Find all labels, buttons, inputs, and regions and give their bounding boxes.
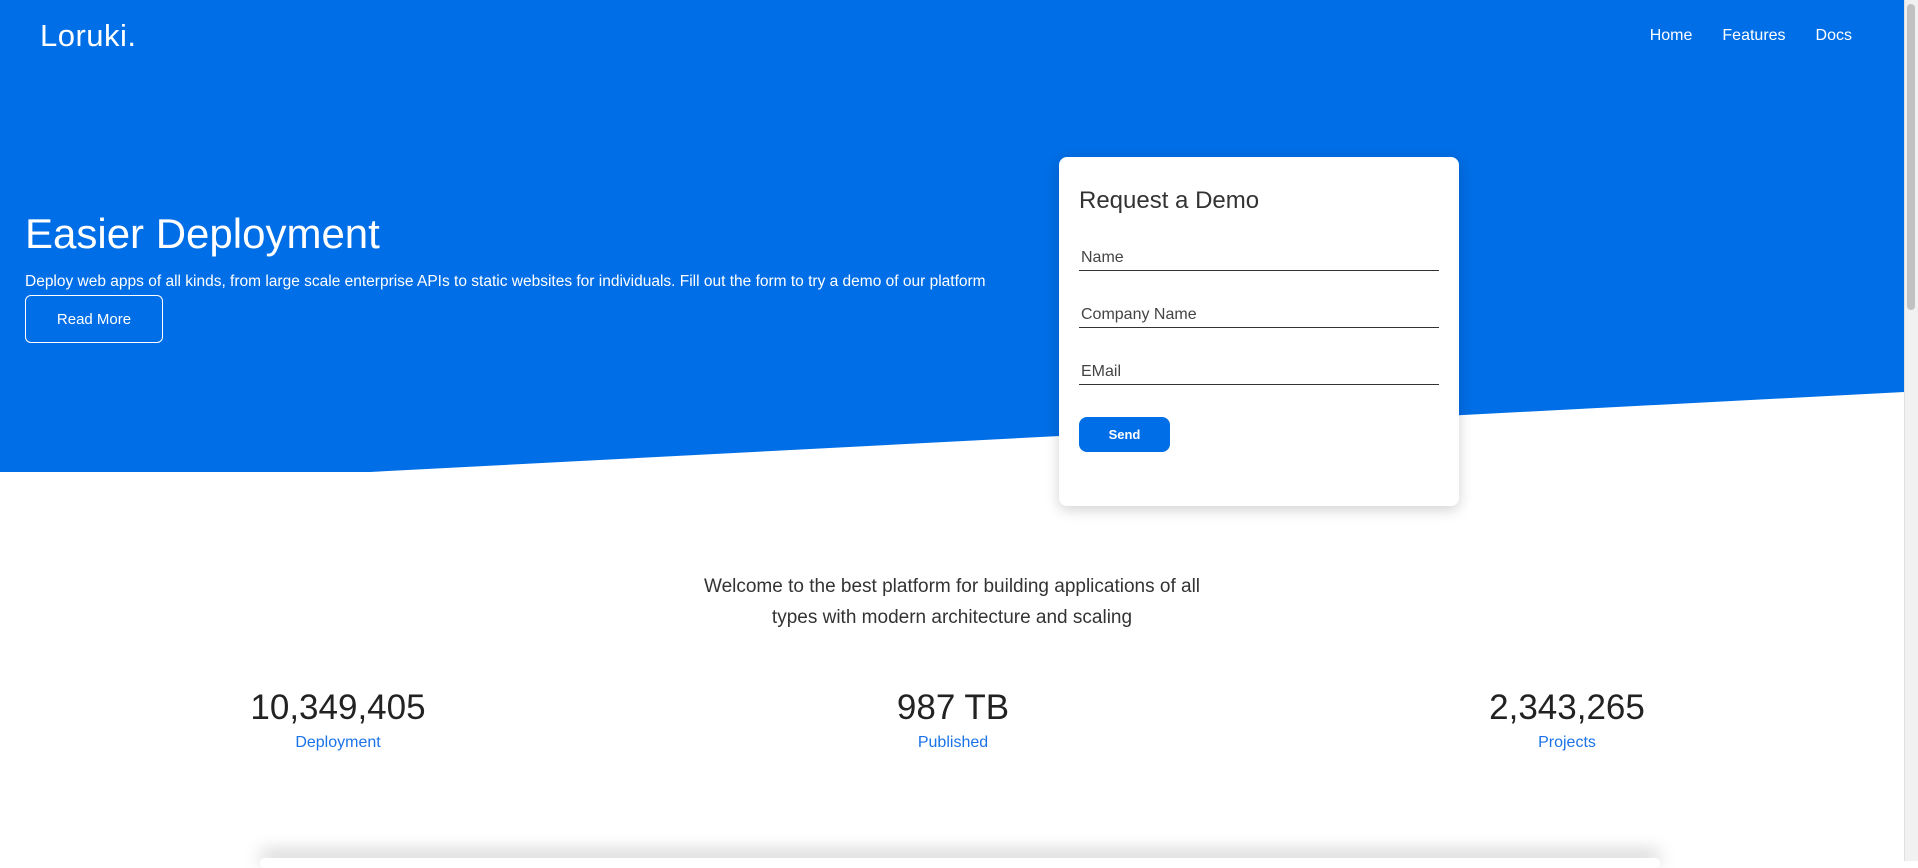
nav-item-docs[interactable]: Docs — [1816, 27, 1852, 45]
email-input[interactable] — [1079, 359, 1439, 385]
demo-form-title: Request a Demo — [1079, 187, 1260, 214]
send-button[interactable]: Send — [1079, 417, 1170, 452]
stat-value: 2,343,265 — [1489, 688, 1645, 727]
hero-title: Easier Deployment — [25, 210, 380, 257]
vertical-scrollbar[interactable] — [1904, 0, 1918, 861]
stat-value: 10,349,405 — [250, 688, 426, 727]
scrollbar-thumb[interactable] — [1907, 4, 1915, 310]
main-nav: Home Features Docs — [1650, 27, 1852, 45]
read-more-button[interactable]: Read More — [25, 295, 163, 343]
nav-item-features[interactable]: Features — [1722, 27, 1785, 45]
stat-label: Deployment — [295, 734, 381, 751]
request-demo-card: Request a Demo Send — [1059, 157, 1459, 506]
stat-projects: 2,343,265 Projects — [1417, 688, 1717, 752]
welcome-text: Welcome to the best platform for buildin… — [703, 576, 1201, 628]
stat-deployment: 10,349,405 Deployment — [188, 688, 488, 752]
stat-label: Published — [917, 734, 989, 751]
stat-published: 987 TB Published — [803, 688, 1103, 752]
brand-logo[interactable]: Loruki. — [40, 18, 137, 54]
nav-item-home[interactable]: Home — [1650, 27, 1693, 45]
stat-value: 987 TB — [896, 688, 1010, 727]
hero-text: Deploy web apps of all kinds, from large… — [25, 273, 986, 290]
name-input[interactable] — [1079, 245, 1439, 271]
stat-label: Projects — [1538, 734, 1596, 751]
company-name-input[interactable] — [1079, 302, 1439, 328]
next-section-card-edge — [260, 858, 1660, 868]
